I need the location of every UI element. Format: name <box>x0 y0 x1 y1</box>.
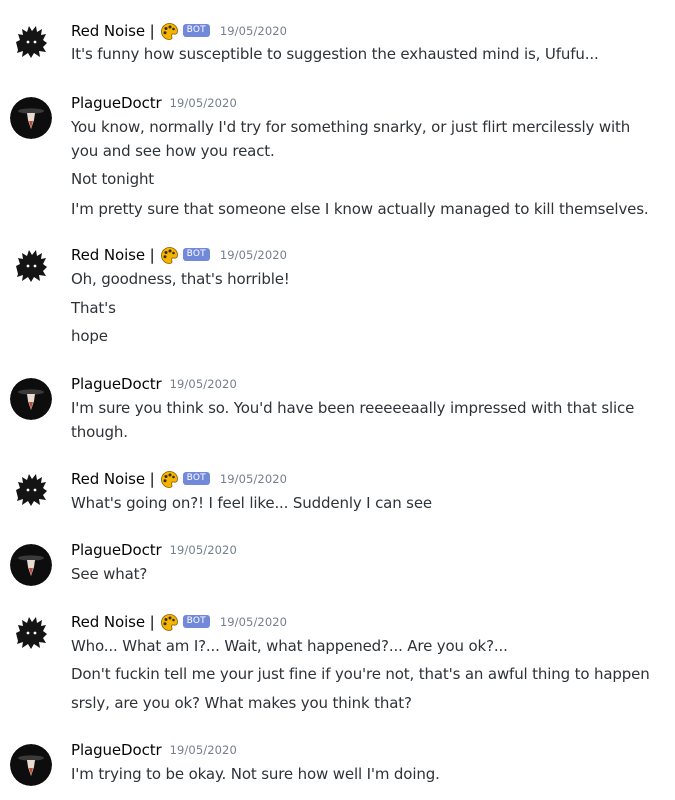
username[interactable]: PlagueDoctr <box>71 741 162 759</box>
red-noise-avatar[interactable] <box>10 244 52 286</box>
noise-creature-avatar-icon <box>10 20 52 62</box>
timestamp: 19/05/2020 <box>219 615 288 629</box>
message-text: You know, normally I'd try for something… <box>71 118 631 136</box>
message-text: It's funny how susceptible to suggestion… <box>71 45 599 63</box>
message-header: PlagueDoctr 19/05/2020 <box>71 373 237 395</box>
paint-palette-emoji-icon <box>160 613 179 632</box>
username[interactable]: Red Noise | <box>71 22 155 40</box>
message-text: you and see how you react. <box>71 142 275 160</box>
red-noise-avatar[interactable] <box>10 611 52 653</box>
message-text: Not tonight <box>71 170 155 188</box>
message-text: See what? <box>71 565 148 583</box>
plague-avatar[interactable] <box>10 97 52 139</box>
timestamp: 19/05/2020 <box>219 472 288 486</box>
paint-palette-emoji-icon <box>160 22 179 41</box>
red-noise-avatar[interactable] <box>10 20 52 62</box>
red-noise-avatar[interactable] <box>10 468 52 510</box>
timestamp: 19/05/2020 <box>219 248 288 262</box>
message-text: Oh, goodness, that's horrible! <box>71 270 290 288</box>
message-text: I'm trying to be okay. Not sure how well… <box>71 765 440 783</box>
message-header: Red Noise | BOT 19/05/2020 <box>71 611 287 633</box>
message-text: I'm sure you think so. You'd have been r… <box>71 399 635 417</box>
username[interactable]: PlagueDoctr <box>71 541 162 559</box>
noise-creature-avatar-icon <box>10 244 52 286</box>
username[interactable]: PlagueDoctr <box>71 375 162 393</box>
bot-tag: BOT <box>182 23 210 37</box>
noise-creature-avatar-icon <box>10 468 52 510</box>
bot-tag: BOT <box>182 614 210 628</box>
timestamp: 19/05/2020 <box>169 543 237 557</box>
noise-creature-avatar-icon <box>10 611 52 653</box>
bot-tag: BOT <box>182 471 210 485</box>
message-text: hope <box>71 327 108 345</box>
plague-avatar[interactable] <box>10 378 52 420</box>
plague-doctor-avatar-icon <box>10 97 52 139</box>
message-text: Who... What am I?... Wait, what happened… <box>71 637 508 655</box>
message-text: though. <box>71 423 128 441</box>
message-header: Red Noise | BOT 19/05/2020 <box>71 20 287 42</box>
plague-doctor-avatar-icon <box>10 744 52 786</box>
message-text: I'm pretty sure that someone else I know… <box>71 200 649 218</box>
username[interactable]: PlagueDoctr <box>71 94 162 112</box>
message-header: PlagueDoctr 19/05/2020 <box>71 539 237 561</box>
message-header: PlagueDoctr 19/05/2020 <box>71 92 237 114</box>
message-text: What's going on?! I feel like... Suddenl… <box>71 494 433 512</box>
username[interactable]: Red Noise | <box>71 613 155 631</box>
bot-tag: BOT <box>182 247 210 261</box>
username[interactable]: Red Noise | <box>71 246 155 264</box>
plague-doctor-avatar-icon <box>10 544 52 586</box>
message-text: That's <box>71 299 116 317</box>
timestamp: 19/05/2020 <box>169 96 237 110</box>
message-header: Red Noise | BOT 19/05/2020 <box>71 244 287 266</box>
plague-avatar[interactable] <box>10 544 52 586</box>
paint-palette-emoji-icon <box>160 470 179 489</box>
timestamp: 19/05/2020 <box>219 24 288 38</box>
plague-avatar[interactable] <box>10 744 52 786</box>
timestamp: 19/05/2020 <box>169 377 237 391</box>
timestamp: 19/05/2020 <box>169 743 237 757</box>
message-header: PlagueDoctr 19/05/2020 <box>71 739 237 761</box>
message-text: Don't fuckin tell me your just fine if y… <box>71 665 650 683</box>
plague-doctor-avatar-icon <box>10 378 52 420</box>
chat-log: Red Noise | BOT 19/05/2020 It's funny ho… <box>0 0 675 800</box>
paint-palette-emoji-icon <box>160 246 179 265</box>
username[interactable]: Red Noise | <box>71 470 155 488</box>
message-text: srsly, are you ok? What makes you think … <box>71 694 412 712</box>
message-header: Red Noise | BOT 19/05/2020 <box>71 468 287 490</box>
